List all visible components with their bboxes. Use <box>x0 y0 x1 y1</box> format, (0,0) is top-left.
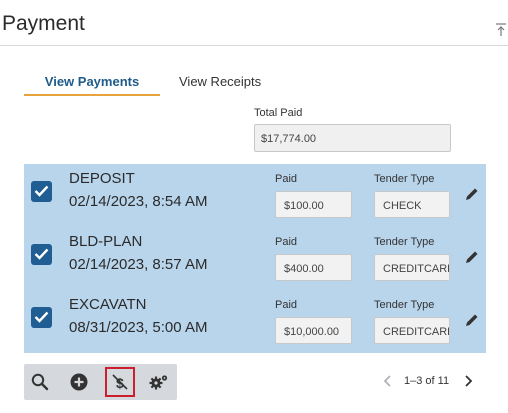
no-money-icon: $ <box>112 374 128 391</box>
paid-label: Paid <box>275 236 298 248</box>
settings-button[interactable] <box>144 368 172 396</box>
add-button[interactable] <box>65 368 93 396</box>
paid-label: Paid <box>275 299 298 311</box>
page-header: Payment <box>0 0 508 46</box>
payment-date: 08/31/2023, 5:00 AM <box>69 319 208 336</box>
total-paid-field: $17,774.00 <box>254 124 451 152</box>
add-circle-icon <box>70 373 88 391</box>
chevron-right-icon[interactable] <box>462 374 474 388</box>
pagination: 1–3 of 11 <box>378 372 478 390</box>
check-icon <box>34 311 49 323</box>
search-icon <box>31 373 49 391</box>
payment-row: DEPOSIT 02/14/2023, 8:54 AM Paid $100.00… <box>24 164 486 227</box>
check-icon <box>34 185 49 197</box>
tender-type-label: Tender Type <box>374 299 435 311</box>
payment-date: 02/14/2023, 8:54 AM <box>69 193 208 210</box>
edit-pencil-icon[interactable] <box>464 312 480 328</box>
settings-gears-icon <box>149 375 168 390</box>
paid-field: $10,000.00 <box>275 317 352 344</box>
row-checkbox[interactable] <box>31 307 52 328</box>
payment-date: 02/14/2023, 8:57 AM <box>69 256 208 273</box>
tender-type-field: CREDITCARD <box>374 254 450 281</box>
tender-type-label: Tender Type <box>374 236 435 248</box>
payment-list: DEPOSIT 02/14/2023, 8:54 AM Paid $100.00… <box>24 164 486 353</box>
pagination-status: 1–3 of 11 <box>404 375 450 387</box>
tab-view-receipts[interactable]: View Receipts <box>179 74 261 96</box>
payment-title: DEPOSIT <box>69 170 135 187</box>
payment-row: EXCAVATN 08/31/2023, 5:00 AM Paid $10,00… <box>24 290 486 353</box>
search-button[interactable] <box>26 368 54 396</box>
paid-label: Paid <box>275 173 298 185</box>
void-payment-button[interactable]: $ <box>105 367 135 397</box>
payment-title: BLD-PLAN <box>69 233 143 250</box>
action-toolbar: $ <box>24 364 177 400</box>
row-checkbox[interactable] <box>31 244 52 265</box>
paid-field: $400.00 <box>275 254 352 281</box>
edit-pencil-icon[interactable] <box>464 249 480 265</box>
check-icon <box>34 248 49 260</box>
row-checkbox[interactable] <box>31 181 52 202</box>
tab-view-payments[interactable]: View Payments <box>24 74 160 96</box>
tender-type-field: CREDITCARD <box>374 317 450 344</box>
page-title: Payment <box>2 12 85 35</box>
tender-type-label: Tender Type <box>374 173 435 185</box>
payment-row: BLD-PLAN 02/14/2023, 8:57 AM Paid $400.0… <box>24 227 486 290</box>
paid-field: $100.00 <box>275 191 352 218</box>
chevron-left-icon[interactable] <box>382 374 394 388</box>
edit-pencil-icon[interactable] <box>464 186 480 202</box>
payment-title: EXCAVATN <box>69 296 147 313</box>
tab-bar: View Payments View Receipts <box>24 74 284 96</box>
total-paid-label: Total Paid <box>254 107 303 119</box>
collapse-to-top-icon[interactable] <box>494 22 508 38</box>
tender-type-field: CHECK <box>374 191 450 218</box>
